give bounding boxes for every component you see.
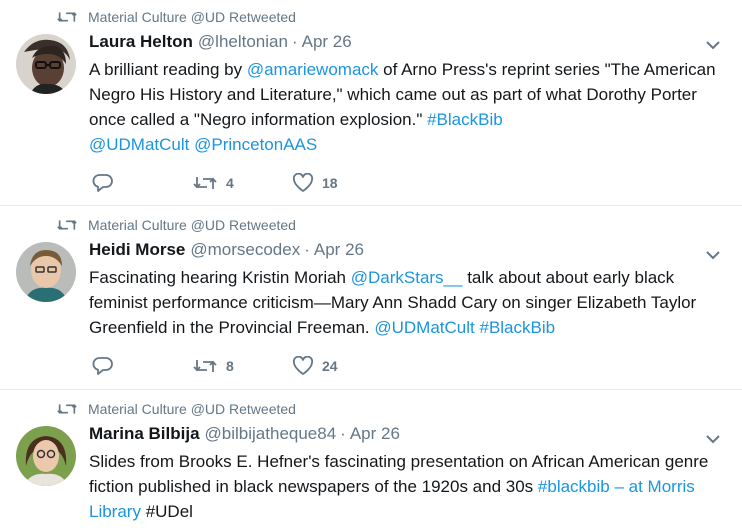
user-handle[interactable]: @bilbijatheque84 — [205, 424, 337, 444]
reply-icon — [92, 357, 113, 375]
retweet-context: Material Culture @UD Retweeted — [56, 400, 296, 418]
display-name[interactable]: Heidi Morse — [89, 240, 185, 260]
tweet-actions: 4 18 — [92, 173, 338, 193]
retweet-icon — [193, 360, 217, 372]
like-button[interactable]: 18 — [292, 173, 338, 193]
tweet-text: A brilliant reading by @amariewomack of … — [89, 57, 729, 157]
separator-dot: · — [291, 32, 298, 51]
retweet-icon — [57, 220, 77, 230]
retweet-button[interactable]: 4 — [192, 174, 292, 192]
separator-dot: · — [340, 424, 346, 443]
like-count: 18 — [322, 175, 338, 191]
hashtag-link[interactable]: #BlackBib — [479, 318, 555, 337]
retweeted-by-text[interactable]: Material Culture @UD Retweeted — [88, 401, 296, 417]
retweet-icon — [57, 404, 77, 414]
chevron-down-icon[interactable] — [704, 248, 722, 262]
separator-dot: · — [304, 240, 310, 259]
tweet-text: Fascinating hearing Kristin Moriah @Dark… — [89, 265, 729, 340]
retweeted-by-text[interactable]: Material Culture @UD Retweeted — [88, 217, 296, 233]
retweet-context: Material Culture @UD Retweeted — [56, 216, 296, 234]
chevron-down-icon[interactable] — [704, 432, 722, 446]
heart-icon — [292, 356, 314, 375]
tweet[interactable]: Material Culture @UD Retweeted Heidi Mor… — [0, 206, 742, 390]
mention-link[interactable]: @DarkStars__ — [351, 268, 463, 287]
display-name[interactable]: Laura Helton — [89, 32, 193, 52]
retweet-button[interactable]: 8 — [192, 357, 292, 375]
retweet-icon — [57, 12, 77, 22]
reply-button[interactable] — [92, 356, 192, 376]
like-count: 24 — [322, 358, 338, 374]
tweet-actions: 8 24 — [92, 356, 338, 376]
mention-link[interactable]: @PrincetonAAS — [194, 135, 317, 154]
heart-icon — [292, 173, 314, 192]
mention-link[interactable]: @UDMatCult — [374, 318, 474, 337]
mention-link[interactable]: @amariewomack — [247, 60, 379, 79]
text-segment: Fascinating hearing Kristin Moriah — [89, 268, 351, 287]
retweeted-by-text[interactable]: Material Culture @UD Retweeted — [88, 9, 296, 25]
tweet-header: Marina Bilbija @bilbijatheque84 · Apr 26 — [89, 424, 400, 446]
mention-link[interactable]: @UDMatCult — [89, 135, 189, 154]
text-segment: A brilliant reading by — [89, 60, 247, 79]
user-handle[interactable]: @lheltonian — [198, 32, 288, 52]
tweet[interactable]: Material Culture @UD Retweeted Laura Hel… — [0, 0, 742, 206]
text-segment: #UDel — [140, 502, 193, 521]
tweet-header: Laura Helton @lheltonian · Apr 26 — [89, 32, 352, 54]
avatar[interactable] — [16, 426, 76, 486]
retweet-count: 4 — [226, 175, 234, 191]
retweet-context: Material Culture @UD Retweeted — [56, 8, 296, 26]
retweet-count: 8 — [226, 358, 234, 374]
display-name[interactable]: Marina Bilbija — [89, 424, 200, 444]
retweet-icon — [193, 177, 217, 189]
timeline: Material Culture @UD Retweeted Laura Hel… — [0, 0, 742, 532]
tweet-text: Slides from Brooks E. Hefner's fascinati… — [89, 449, 729, 524]
hashtag-link[interactable]: #BlackBib — [427, 110, 503, 129]
timestamp[interactable]: Apr 26 — [302, 32, 352, 52]
like-button[interactable]: 24 — [292, 356, 338, 376]
tweet-header: Heidi Morse @morsecodex · Apr 26 — [89, 240, 364, 262]
timestamp[interactable]: Apr 26 — [314, 240, 364, 260]
avatar[interactable] — [16, 242, 76, 302]
user-handle[interactable]: @morsecodex — [190, 240, 300, 260]
reply-button[interactable] — [92, 173, 192, 193]
reply-icon — [92, 174, 113, 192]
hashtag-link[interactable]: #blackbib — [538, 477, 610, 496]
timestamp[interactable]: Apr 26 — [350, 424, 400, 444]
tweet[interactable]: Material Culture @UD Retweeted Marina Bi… — [0, 390, 742, 532]
avatar[interactable] — [16, 34, 76, 94]
chevron-down-icon[interactable] — [704, 38, 722, 52]
